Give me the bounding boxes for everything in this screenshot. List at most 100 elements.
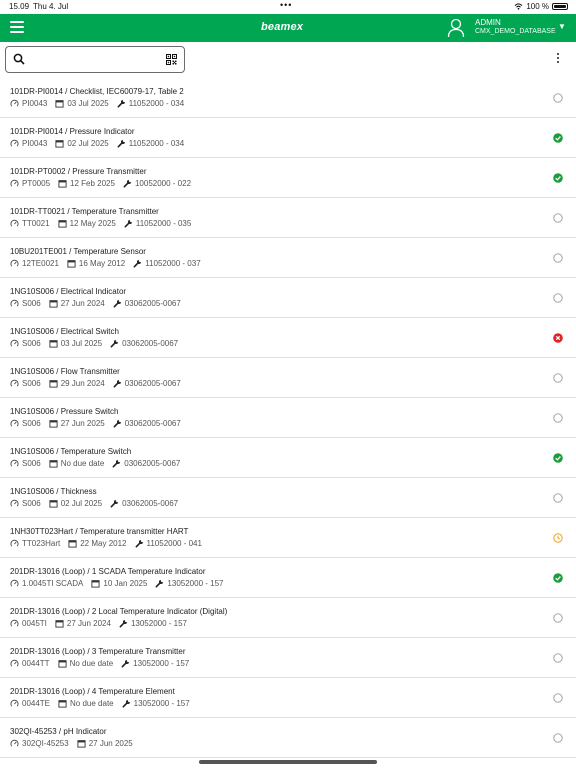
- due-date: 29 Jun 2024: [49, 379, 105, 388]
- list-item[interactable]: 101DR-PI0014 / Pressure Indicator PI0043 0…: [0, 118, 576, 158]
- wrench-icon: [119, 619, 128, 628]
- list-item[interactable]: 201DR-13016 (Loop) / 4 Temperature Eleme…: [0, 678, 576, 718]
- list-item[interactable]: 1NH30TT023Hart / Temperature transmitter…: [0, 518, 576, 558]
- position-id-text: 302QI-45253: [22, 739, 69, 748]
- due-date-text: No due date: [70, 699, 114, 708]
- position-id: TT0021: [10, 219, 50, 228]
- item-title: 1NG10S006 / Thickness: [10, 487, 97, 496]
- item-meta: TT0021 12 May 2025 11052000 - 035: [10, 219, 199, 228]
- user-name[interactable]: ADMIN: [475, 18, 501, 27]
- list-item[interactable]: 101DR-PI0014 / Checklist, IEC60079-17, T…: [0, 78, 576, 118]
- open-circle-icon: [553, 93, 563, 103]
- database-name[interactable]: CMX_DEMO_DATABASE: [475, 28, 556, 35]
- position-id: 0044TE: [10, 699, 50, 708]
- list-item[interactable]: 1NG10S006 / Pressure Switch S006 27 Jun 20…: [0, 398, 576, 438]
- device-id: 03062005-0067: [110, 499, 178, 508]
- position-id-text: 12TE0021: [22, 259, 59, 268]
- due-date: 27 Jun 2024: [49, 299, 105, 308]
- device-id-text: 11052000 - 037: [145, 259, 201, 268]
- position-id-text: TT023Hart: [22, 539, 61, 548]
- item-title: 1NG10S006 / Electrical Switch: [10, 327, 119, 336]
- due-date-text: 03 Jul 2025: [67, 99, 109, 108]
- due-date-text: 22 May 2012: [80, 539, 127, 548]
- list-item[interactable]: 1NG10S006 / Temperature Switch S006 No due…: [0, 438, 576, 478]
- list-item[interactable]: 1NG10S006 / Electrical Switch S006 03 Jul …: [0, 318, 576, 358]
- list-item[interactable]: 101DR-PT0002 / Pressure Transmitter PT000…: [0, 158, 576, 198]
- list-item[interactable]: 10BU201TE001 / Temperature Sensor 12TE002…: [0, 238, 576, 278]
- item-meta: 1.0045TI SCADA 10 Jan 2025 13052000 - 157: [10, 579, 231, 588]
- device-id: 13052000 - 157: [119, 619, 187, 628]
- user-icon[interactable]: [447, 18, 465, 38]
- home-indicator[interactable]: [199, 760, 377, 764]
- calendar-icon: [49, 500, 58, 508]
- failed-x-icon: [553, 333, 563, 343]
- list-item[interactable]: 1NG10S006 / Electrical Indicator S006 27 J…: [0, 278, 576, 318]
- search-input[interactable]: [28, 51, 158, 69]
- position-gauge-icon: [10, 339, 19, 347]
- device-id-text: 11052000 - 035: [135, 219, 192, 228]
- due-date: No due date: [49, 459, 105, 468]
- device-id: 11052000 - 034: [117, 139, 184, 148]
- calendar-icon: [49, 380, 58, 388]
- position-id: PI0043: [10, 99, 47, 108]
- position-gauge-icon: [10, 379, 19, 387]
- due-date-text: No due date: [60, 459, 105, 468]
- position-id-text: PI0043: [22, 139, 48, 148]
- list-item[interactable]: 201DR-13016 (Loop) / 2 Local Temperature…: [0, 598, 576, 638]
- device-id: 03062005-0067: [110, 339, 178, 348]
- item-meta: PI0043 03 Jul 2025 11052000 - 034: [10, 99, 192, 108]
- device-id: 11052000 - 035: [124, 219, 191, 228]
- position-id: S006: [10, 299, 41, 308]
- item-meta: PI0043 02 Jul 2025 11052000 - 034: [10, 139, 192, 148]
- multitasking-dots[interactable]: •••: [280, 0, 292, 10]
- device-id-text: 03062005-0067: [122, 499, 179, 508]
- position-id: TT023Hart: [10, 539, 60, 548]
- list-item[interactable]: 101DR-TT0021 / Temperature Transmitter TT…: [0, 198, 576, 238]
- position-id-text: PI0043: [22, 99, 48, 108]
- item-meta: S006 03 Jul 2025 03062005-0067: [10, 339, 186, 348]
- work-order-list: 101DR-PI0014 / Checklist, IEC60079-17, T…: [0, 78, 576, 758]
- item-meta: 0045TI 27 Jun 2024 13052000 - 157: [10, 619, 195, 628]
- item-title: 201DR-13016 (Loop) / 3 Temperature Trans…: [10, 647, 186, 656]
- due-date: No due date: [58, 699, 114, 708]
- item-meta: 12TE0021 16 May 2012 11052000 - 037: [10, 259, 209, 268]
- status-right: 100 %: [514, 2, 568, 11]
- hamburger-menu-icon[interactable]: [10, 21, 24, 35]
- device-id: 03062005-0067: [113, 379, 181, 388]
- due-date-text: 12 May 2025: [69, 219, 116, 228]
- device-id-text: 03062005-0067: [124, 379, 181, 388]
- wrench-icon: [110, 339, 119, 348]
- wrench-icon: [117, 139, 125, 148]
- search-box[interactable]: [5, 46, 185, 73]
- due-date-text: 27 Jun 2025: [88, 739, 133, 748]
- device-id: 13052000 - 157: [155, 579, 223, 588]
- open-circle-icon: [553, 293, 563, 303]
- calendar-icon: [58, 700, 67, 708]
- user-menu-caret-icon[interactable]: ▼: [558, 22, 566, 31]
- position-gauge-icon: [10, 619, 19, 627]
- item-title: 1NG10S006 / Electrical Indicator: [10, 287, 127, 296]
- item-title: 201DR-13016 (Loop) / 4 Temperature Eleme…: [10, 687, 175, 696]
- due-date-text: No due date: [69, 659, 114, 668]
- qr-code-scan-icon[interactable]: [166, 54, 177, 65]
- device-id-text: 13052000 - 157: [167, 579, 224, 588]
- position-id-text: S006: [22, 459, 41, 468]
- more-options-icon[interactable]: [554, 53, 562, 67]
- due-date-text: 27 Jun 2025: [60, 419, 105, 428]
- item-title: 101DR-PI0014 / Pressure Indicator: [10, 127, 135, 136]
- calendar-icon: [49, 340, 58, 348]
- list-item[interactable]: 201DR-13016 (Loop) / 1 SCADA Temperature…: [0, 558, 576, 598]
- list-item[interactable]: 302QI-45253 / pH Indicator 302QI-45253 27 …: [0, 718, 576, 758]
- position-id: 302QI-45253: [10, 739, 69, 748]
- item-meta: S006 02 Jul 2025 03062005-0067: [10, 499, 186, 508]
- passed-check-icon: [553, 573, 563, 583]
- position-id: S006: [10, 459, 41, 468]
- list-item[interactable]: 1NG10S006 / Flow Transmitter S006 29 Jun 2…: [0, 358, 576, 398]
- open-circle-icon: [553, 213, 563, 223]
- due-date-text: 27 Jun 2024: [60, 299, 105, 308]
- list-item[interactable]: 1NG10S006 / Thickness S006 02 Jul 2025 0306…: [0, 478, 576, 518]
- status-time: 15.09: [9, 2, 30, 11]
- due-date: 02 Jul 2025: [55, 139, 109, 148]
- list-item[interactable]: 201DR-13016 (Loop) / 3 Temperature Trans…: [0, 638, 576, 678]
- item-title: 302QI-45253 / pH Indicator: [10, 727, 107, 736]
